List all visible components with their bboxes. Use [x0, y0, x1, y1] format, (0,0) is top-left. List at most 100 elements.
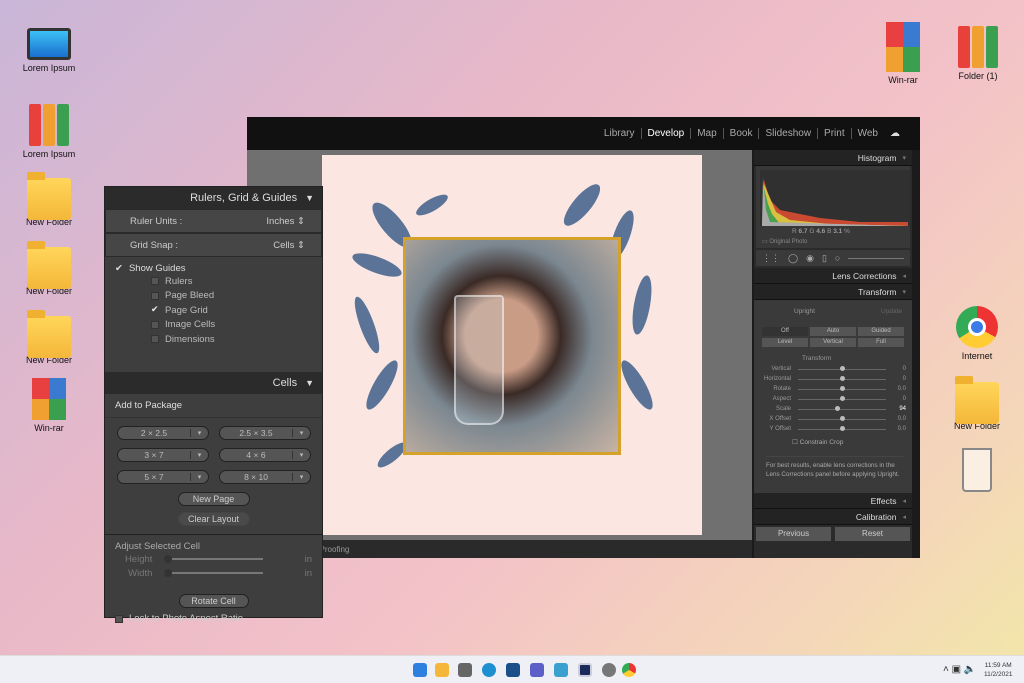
teams-icon[interactable] [530, 663, 544, 677]
desktop-icon-winrar-right[interactable]: Win-rar [868, 22, 938, 85]
effects-header[interactable]: Effects [754, 493, 912, 509]
slider-thumb[interactable] [840, 415, 845, 421]
settings-icon[interactable] [602, 663, 616, 677]
width-slider[interactable] [164, 569, 263, 577]
module-develop[interactable]: Develop [640, 128, 691, 139]
camera-icon[interactable] [458, 663, 472, 677]
desktop-icon-winrar[interactable]: Win-rar [14, 378, 84, 433]
file-explorer-icon[interactable] [435, 663, 449, 677]
new-page-button[interactable]: New Page [177, 492, 250, 506]
cells-header[interactable]: Cells ▼ [105, 372, 322, 394]
slider-track[interactable] [798, 385, 886, 391]
guide-checkbox-rulers[interactable]: Rulers [105, 274, 322, 289]
slider-vertical[interactable]: Vertical 0 [754, 364, 912, 374]
photo-cell[interactable] [403, 237, 621, 455]
start-icon[interactable] [413, 663, 427, 677]
cell-size-button[interactable]: 3 × 7 ▾ [117, 448, 209, 462]
guide-checkbox-page-bleed[interactable]: Page Bleed [105, 289, 322, 304]
slider-track[interactable] [798, 395, 886, 401]
upright-auto-button[interactable]: Auto [810, 327, 856, 336]
previous-button[interactable]: Previous [756, 527, 831, 541]
desktop-icon-lorem-ipsum-2[interactable]: Lorem Ipsum [14, 104, 84, 159]
upright-level-button[interactable]: Level [762, 338, 808, 347]
height-slider[interactable] [164, 555, 263, 563]
slider-thumb[interactable] [840, 395, 845, 401]
cell-size-button[interactable]: 8 × 10 ▾ [219, 470, 311, 484]
clear-layout-button[interactable]: Clear Layout [177, 512, 250, 526]
slider-x-offset[interactable]: X Offset 0.0 [754, 414, 912, 424]
guide-checkbox-image-cells[interactable]: Image Cells [105, 318, 322, 333]
guide-checkbox-dimensions[interactable]: Dimensions [105, 332, 322, 347]
cell-size-button[interactable]: 5 × 7 ▾ [117, 470, 209, 484]
desktop-icon-lorem-ipsum-1[interactable]: Lorem Ipsum [14, 28, 84, 73]
upright-vertical-button[interactable]: Vertical [810, 338, 856, 347]
upright-guided-button[interactable]: Guided [858, 327, 904, 336]
cell-size-button[interactable]: 2.5 × 3.5 ▾ [219, 426, 311, 440]
dropdown-icon[interactable]: ▾ [292, 473, 310, 481]
graduated-filter-icon[interactable]: ▯ [822, 253, 827, 264]
constrain-crop-checkbox[interactable]: ☐ Constrain Crop [792, 438, 912, 446]
desktop-icon-internet[interactable]: Internet [942, 306, 1012, 361]
slider-thumb[interactable] [840, 425, 845, 431]
guide-checkbox-page-grid[interactable]: ✔ Page Grid [105, 303, 322, 318]
slider-thumb[interactable] [840, 365, 845, 371]
module-web[interactable]: Web [850, 128, 884, 139]
slider-track[interactable] [798, 375, 886, 381]
lock-aspect-checkbox[interactable]: Lock to Photo Aspect Ratio [105, 608, 322, 629]
desktop-icon-recycle-bin[interactable] [942, 448, 1012, 495]
cell-size-button[interactable]: 4 × 6 ▾ [219, 448, 311, 462]
reset-button[interactable]: Reset [835, 527, 910, 541]
slider-y-offset[interactable]: Y Offset 0.0 [754, 424, 912, 434]
desktop-icon-new-folder-right[interactable]: New Folder [942, 376, 1012, 431]
slider-thumb[interactable] [834, 405, 840, 411]
clock[interactable]: 11:59 AM 11/2/2021 [984, 661, 1012, 679]
store-icon[interactable] [506, 663, 520, 677]
slider-aspect[interactable]: Aspect 0 [754, 394, 912, 404]
upright-full-button[interactable]: Full [858, 338, 904, 347]
brush-slider[interactable] [848, 257, 904, 259]
slider-thumb[interactable] [840, 385, 845, 391]
app-icon[interactable] [578, 663, 592, 677]
module-library[interactable]: Library [598, 128, 641, 139]
paint-icon[interactable] [554, 663, 568, 677]
desktop-icon-folder-1[interactable]: Folder (1) [943, 26, 1013, 81]
module-map[interactable]: Map [690, 128, 722, 139]
desktop-icon-new-folder-3[interactable]: New Folder [14, 310, 84, 365]
calibration-header[interactable]: Calibration [754, 509, 912, 525]
chrome-icon[interactable] [622, 663, 636, 677]
slider-track[interactable] [798, 415, 886, 421]
module-book[interactable]: Book [722, 128, 759, 139]
slider-track[interactable] [798, 365, 886, 371]
tray-icons[interactable]: ˄ ▣ 🔈 [943, 664, 976, 675]
show-guides-checkbox[interactable]: ✔ Show Guides [105, 257, 322, 274]
module-slideshow[interactable]: Slideshow [758, 128, 817, 139]
grid-snap-select[interactable]: Grid Snap : Cells ⇕ [105, 233, 322, 257]
upright-off-button[interactable]: Off [762, 327, 808, 336]
slider-track[interactable] [798, 425, 886, 431]
desktop-icon-new-folder-1[interactable]: New Folder [14, 172, 84, 227]
slider-horizontal[interactable]: Horizontal 0 [754, 374, 912, 384]
slider-thumb[interactable] [840, 375, 845, 381]
cloud-icon[interactable]: ☁ [884, 128, 906, 139]
dropdown-icon[interactable]: ▾ [190, 473, 208, 481]
rulers-grid-guides-header[interactable]: Rulers, Grid & Guides ▼ [105, 187, 322, 209]
module-print[interactable]: Print [817, 128, 851, 139]
rotate-cell-button[interactable]: Rotate Cell [178, 594, 249, 608]
radial-filter-icon[interactable]: ○ [835, 253, 840, 263]
slider-scale[interactable]: Scale 94 [754, 404, 912, 414]
lens-corrections-header[interactable]: Lens Corrections [754, 268, 912, 284]
dropdown-icon[interactable]: ▾ [292, 429, 310, 437]
slider-track[interactable] [798, 405, 886, 411]
ruler-units-select[interactable]: Ruler Units : Inches ⇕ [105, 209, 322, 233]
dropdown-icon[interactable]: ▾ [292, 451, 310, 459]
crop-tool-icon[interactable]: ⋮⋮ [762, 253, 780, 264]
slider-rotate[interactable]: Rotate 0.0 [754, 384, 912, 394]
edge-icon[interactable] [482, 663, 496, 677]
cell-size-button[interactable]: 2 × 2.5 ▾ [117, 426, 209, 440]
desktop-icon-new-folder-2[interactable]: New Folder [14, 241, 84, 296]
update-button[interactable]: Update [881, 308, 902, 315]
dropdown-icon[interactable]: ▾ [190, 429, 208, 437]
spot-removal-icon[interactable]: ◯ [788, 253, 798, 264]
transform-header[interactable]: Transform [754, 284, 912, 300]
histogram-header[interactable]: Histogram [754, 150, 912, 166]
